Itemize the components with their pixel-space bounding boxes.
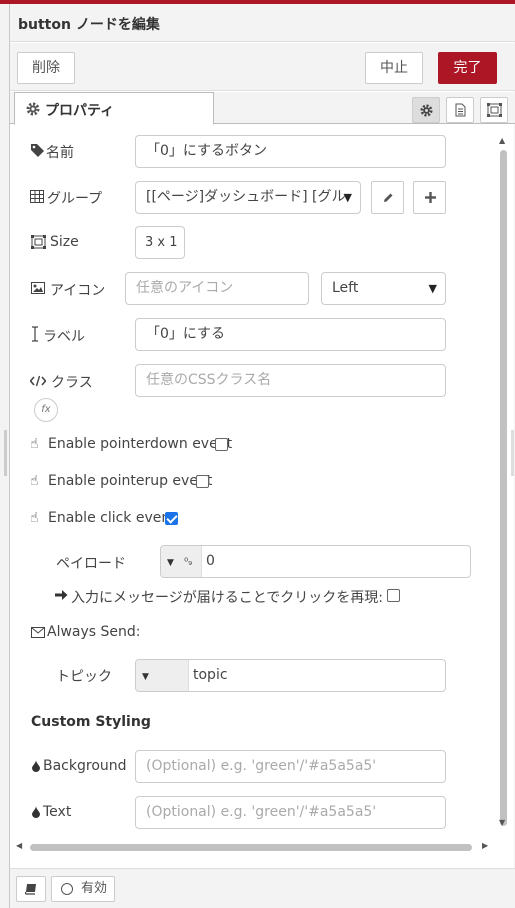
tray-title: button ノードを編集 [18,17,160,33]
payload-label: ペイロード [56,556,126,572]
hand-pointer-icon: ☝ [30,473,39,489]
topic-typed-input[interactable]: ▼ msg. topic [135,659,446,692]
title-bar: button ノードを編集 [10,4,515,42]
add-group-button[interactable] [413,181,446,214]
group-label: グループ [47,191,103,207]
topic-value: topic [193,667,228,683]
node-help-button[interactable] [16,876,46,902]
label-label: ラベル [43,329,85,345]
cancel-button[interactable]: 中止 [365,52,423,84]
action-toolbar: 削除 中止 完了 [10,43,515,91]
always-send-label: Always Send: [47,624,141,640]
group-select-value: [[ページ]ダッシュボード] [グル [146,189,346,205]
vertical-scroll-thumb[interactable] [500,150,507,826]
class-label: クラス [51,375,93,391]
edit-tray: button ノードを編集 削除 中止 完了 プロパティ 名前 「0」にするボタ… [9,4,515,908]
group-select[interactable]: [[ページ]ダッシュボード] [グル ▼ [135,181,361,214]
horizontal-scrollbar[interactable]: ◀ ▶ [10,840,500,856]
gear-icon [26,102,40,116]
pencil-icon [384,193,393,202]
name-input[interactable]: 「0」にするボタン [135,135,446,168]
label-input[interactable]: 「0」にする [135,318,446,351]
pointerup-label: Enable pointerup event [48,473,213,489]
delete-button[interactable]: 削除 [17,52,75,84]
custom-styling-heading: Custom Styling [31,714,151,730]
arrow-right-icon [55,590,68,600]
number-type-icon: ⁰₉ [184,557,193,568]
hand-pointer-icon: ☝ [30,436,39,452]
background-label: Background [43,758,127,774]
settings-tab-button[interactable] [412,97,440,123]
tint-icon [32,760,40,772]
code-icon [30,375,46,387]
icon-input[interactable]: 任意のアイコン [125,272,309,305]
gear-icon [420,104,433,117]
enabled-label: 有効 [81,881,108,896]
right-edge-handle [511,430,514,476]
envelope-icon [31,627,45,638]
tab-properties[interactable]: プロパティ [14,92,214,125]
icon-label: アイコン [50,283,106,299]
circle-icon [61,883,73,895]
topic-label: トピック [56,669,112,685]
text-color-label: Text [43,804,72,820]
name-label: 名前 [46,145,74,161]
footer-bar: 有効 [10,868,515,908]
pointerdown-label: Enable pointerdown event [48,436,233,452]
class-input[interactable]: 任意のCSSクラス名 [135,364,446,397]
scroll-left-arrow-icon[interactable]: ◀ [16,841,22,850]
payload-type-select[interactable]: ▼ ⁰₉ [161,546,202,577]
topic-type-select[interactable]: ▼ msg. [136,660,189,691]
file-text-icon [455,103,466,117]
tab-properties-label: プロパティ [45,103,115,119]
payload-value: 0 [206,553,215,569]
object-group-icon [31,235,46,249]
chevron-down-icon: ▼ [343,191,352,204]
tag-icon [31,144,44,157]
payload-typed-input[interactable]: ▼ ⁰₉ 0 [160,545,471,578]
icon-position-select[interactable]: Left ▼ [321,272,446,305]
table-icon [30,190,44,203]
click-label: Enable click event [48,510,176,526]
icon-position-value: Left [332,280,359,296]
size-button[interactable]: 3 x 1 [135,226,185,259]
description-tab-button[interactable] [446,97,474,123]
scroll-down-arrow-icon[interactable]: ▼ [499,818,505,827]
fx-button[interactable]: fx [34,398,58,422]
vertical-scrollbar[interactable]: ▲ ▼ [497,136,509,850]
done-button[interactable]: 完了 [438,52,497,84]
caret-down-icon: ▼ [167,558,174,568]
repeat-checkbox[interactable] [387,589,400,602]
chevron-down-icon: ▼ [428,282,437,295]
hand-pointer-icon: ☝ [30,510,39,526]
left-resize-handle[interactable] [4,430,7,476]
size-label: Size [50,234,79,250]
pointerup-checkbox[interactable] [196,475,209,488]
appearance-tab-button[interactable] [480,97,508,123]
book-icon [25,884,36,895]
caret-down-icon: ▼ [142,672,149,682]
text-color-input[interactable]: (Optional) e.g. 'green'/'#a5a5a5' [135,796,446,829]
image-icon [31,282,45,294]
scroll-up-arrow-icon[interactable]: ▲ [499,136,505,145]
scroll-right-arrow-icon[interactable]: ▶ [482,841,488,850]
node-enabled-toggle[interactable]: 有効 [51,876,115,902]
edit-group-button[interactable] [371,181,404,214]
pointerdown-checkbox[interactable] [215,438,228,451]
background-input[interactable]: (Optional) e.g. 'green'/'#a5a5a5' [135,750,446,783]
horizontal-scroll-thumb[interactable] [30,844,472,851]
tab-bar: プロパティ [10,92,515,125]
plus-icon [425,192,436,203]
object-group-icon [487,103,502,117]
i-cursor-icon [32,326,38,342]
tint-icon [32,806,40,818]
click-checkbox[interactable] [165,512,178,525]
repeat-label: 入力にメッセージが届けることでクリックを再現: [71,590,384,606]
